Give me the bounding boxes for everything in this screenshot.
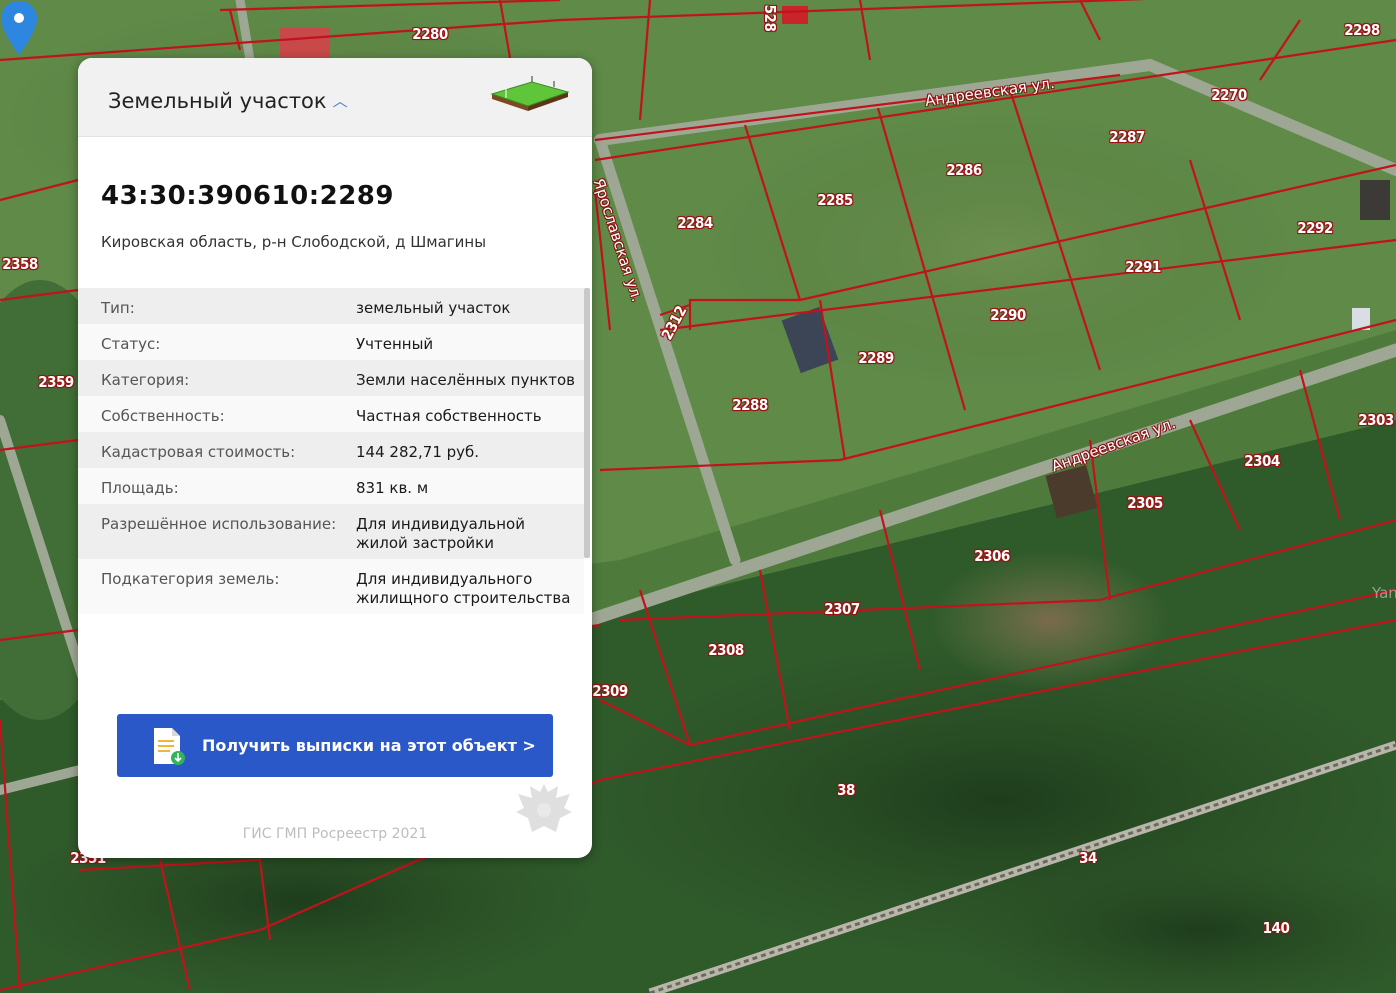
property-row: Категория: Земли населённых пунктов — [78, 360, 584, 396]
property-key: Кадастровая стоимость: — [101, 443, 296, 461]
property-key: Разрешённое использование: — [101, 515, 337, 533]
plot-address: Кировская область, р-н Слободской, д Шма… — [101, 233, 487, 251]
property-key: Категория: — [101, 371, 190, 389]
scrollbar[interactable] — [584, 288, 590, 558]
document-download-icon — [154, 727, 185, 765]
property-key: Статус: — [101, 335, 161, 353]
land-plot-card: Земельный участок︿ ​ 43:30:390610:2289 К… — [78, 58, 592, 858]
get-extract-button[interactable]: Получить выписки на этот объект > — [117, 714, 553, 777]
property-row: Кадастровая стоимость: 144 282,71 руб. — [78, 432, 584, 468]
property-value: Для индивидуальной жилой застройки — [356, 515, 525, 552]
properties-table: Тип: земельный участок Статус: Учтенный … — [78, 288, 584, 614]
card-title-toggle[interactable]: Земельный участок ︿ — [108, 89, 348, 113]
chevron-up-icon: ︿ — [332, 92, 348, 110]
property-key: Площадь: — [101, 479, 179, 497]
property-value: Для индивидуального жилищного строительс… — [356, 570, 571, 607]
property-value: 144 282,71 руб. — [356, 443, 480, 461]
map-attribution: Yandex — [1372, 584, 1396, 602]
footer-copyright: ГИС ГМП Росреестр 2021 — [242, 826, 428, 842]
property-row: Тип: земельный участок — [78, 288, 584, 324]
property-row: Площадь: 831 кв. м — [78, 468, 584, 504]
land-plot-icon — [490, 76, 570, 111]
property-key: Подкатегория земель: — [101, 570, 280, 588]
map-marker-icon[interactable] — [0, 0, 38, 56]
property-row: Собственность: Частная собственность — [78, 396, 584, 432]
property-value: 831 кв. м — [356, 479, 429, 497]
property-row: Подкатегория земель: Для индивидуального… — [78, 559, 584, 614]
property-row: Статус: Учтенный — [78, 324, 584, 360]
property-value: Учтенный — [356, 335, 434, 353]
get-extract-label: Получить выписки на этот объект > — [202, 736, 536, 755]
property-value: Земли населённых пунктов — [356, 371, 575, 389]
property-value: земельный участок — [356, 299, 511, 317]
property-key: Собственность: — [101, 407, 225, 425]
card-title: Земельный участок — [108, 89, 327, 113]
property-value: Частная собственность — [356, 407, 542, 425]
cadastral-number: 43:30:390610:2289 — [101, 181, 394, 211]
property-key: Тип: — [101, 299, 135, 317]
property-row: Разрешённое использование: Для индивидуа… — [78, 504, 584, 559]
card-header: Земельный участок ︿ — [78, 58, 592, 137]
